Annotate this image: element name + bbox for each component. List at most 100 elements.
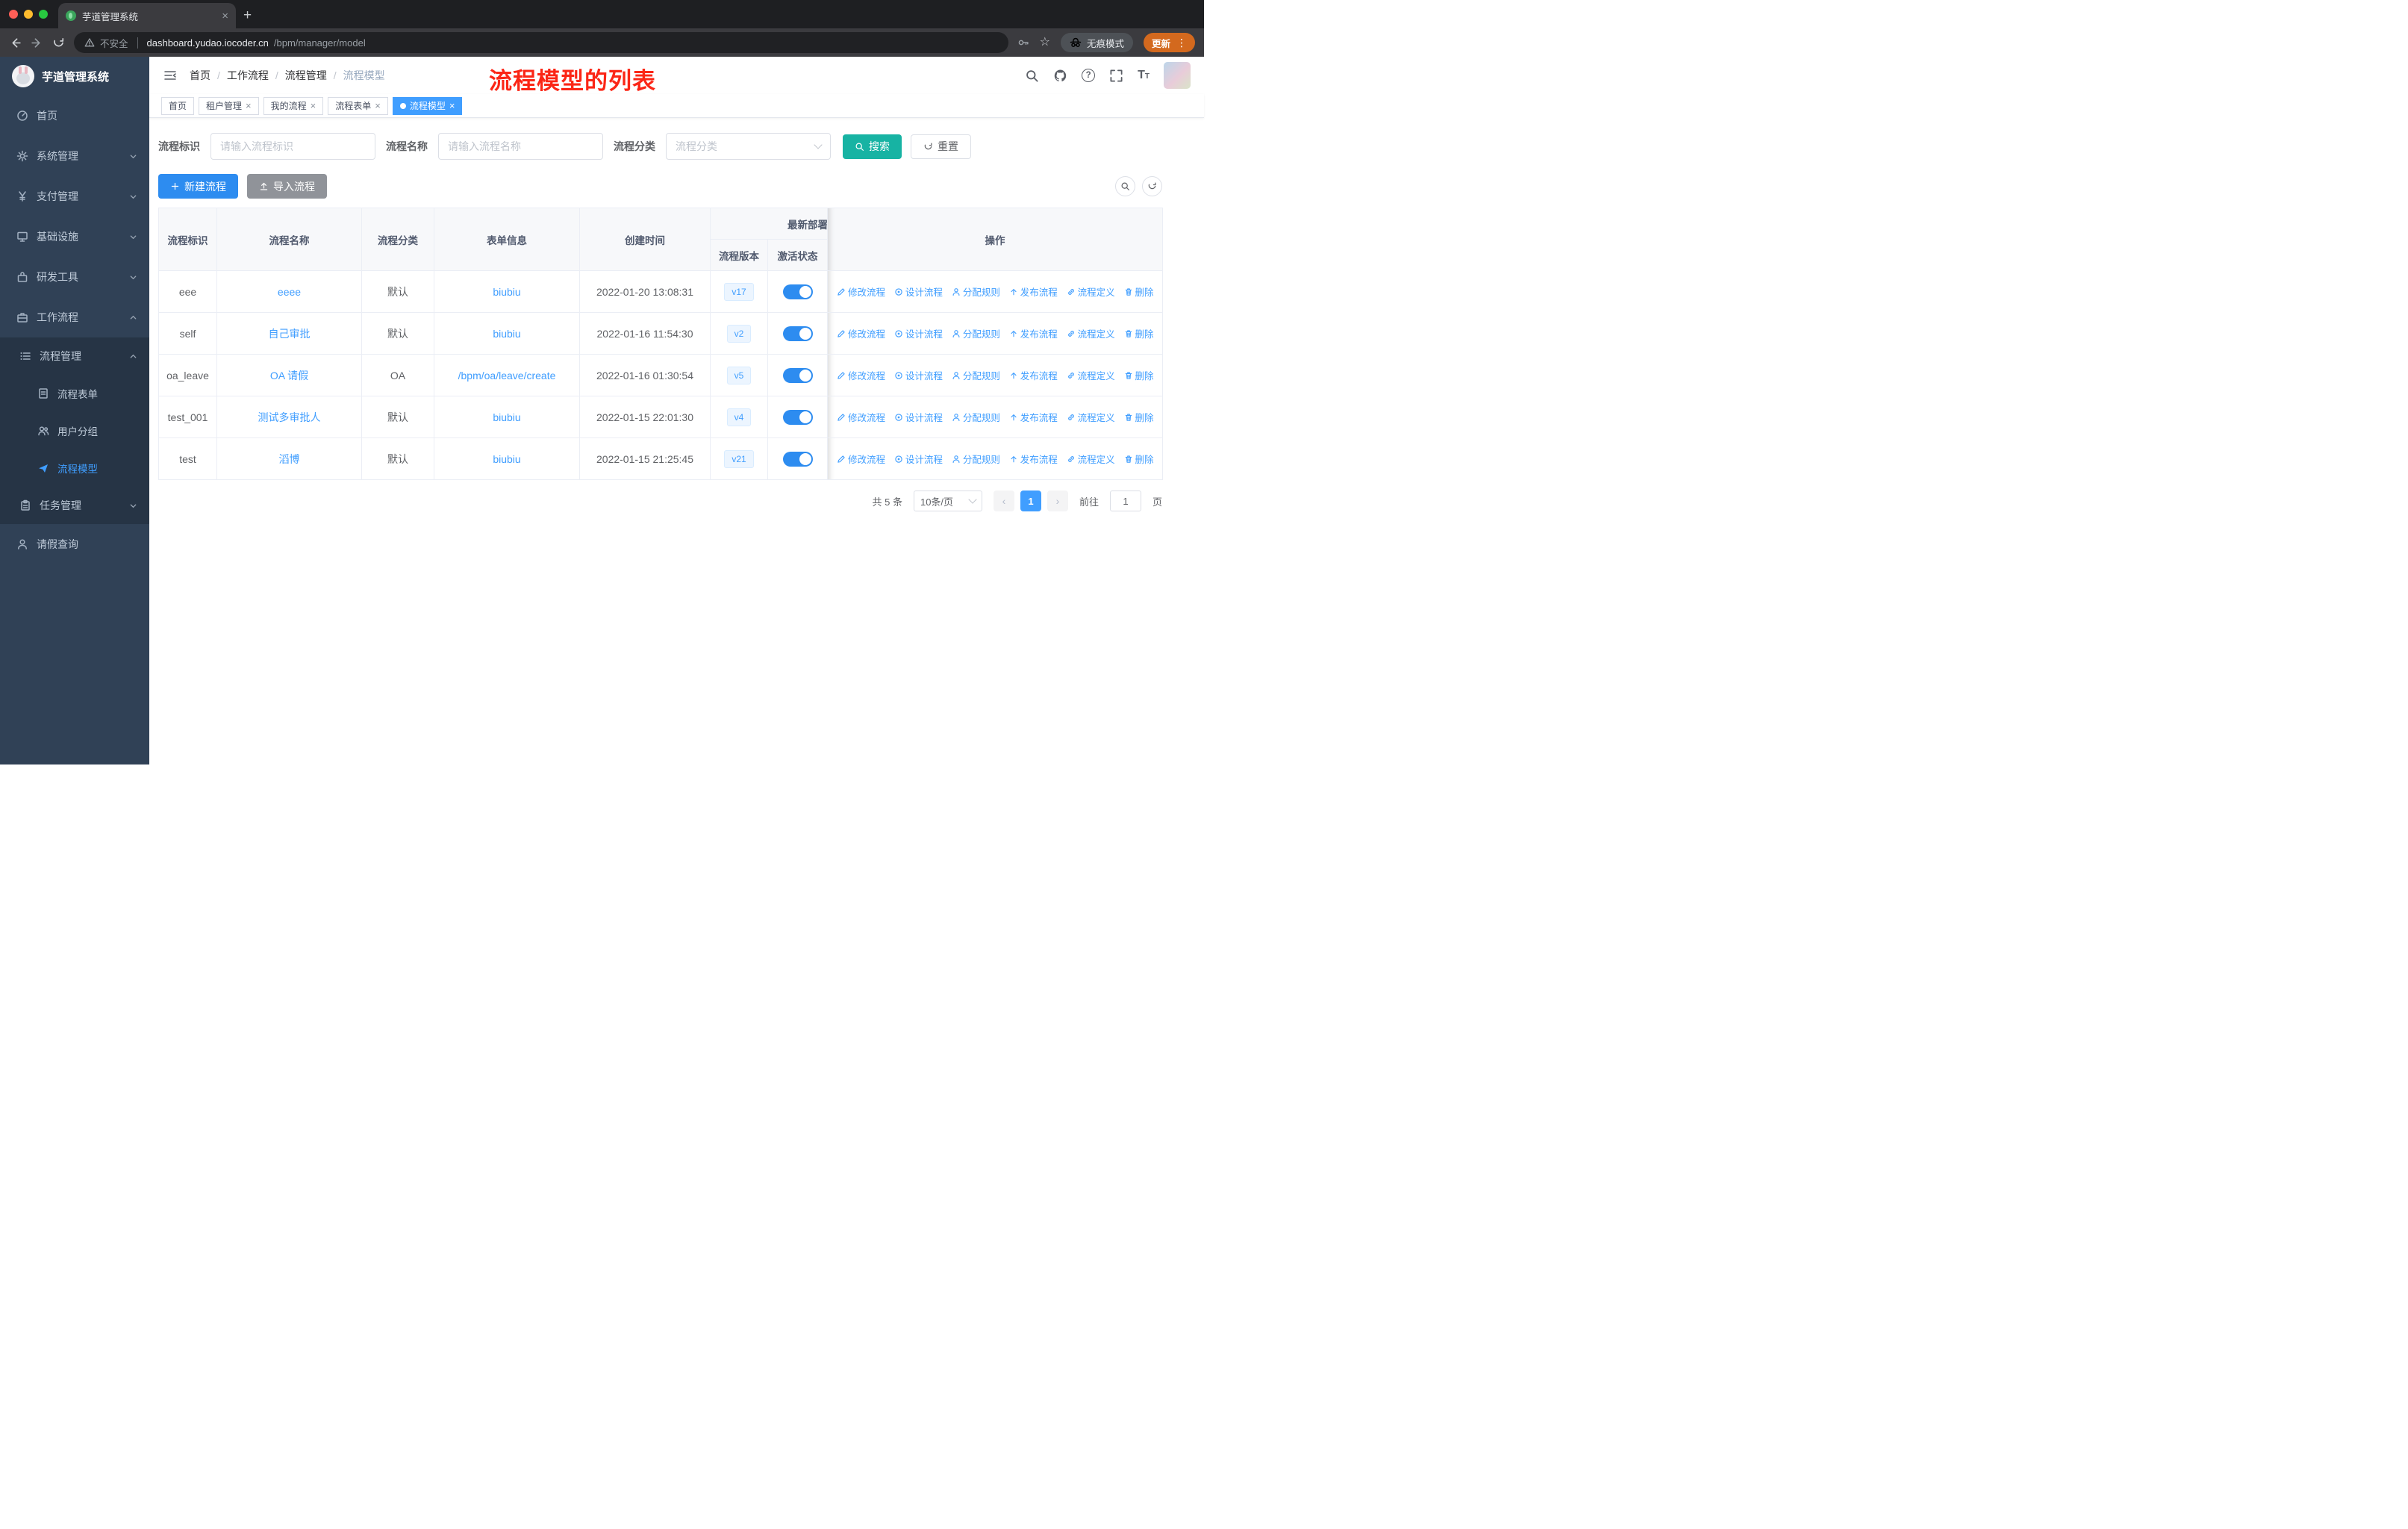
bookmark-star-icon[interactable]: ☆ (1040, 37, 1050, 49)
op-design-link[interactable]: 设计流程 (894, 326, 943, 340)
sidebar-item-workflow[interactable]: 工作流程 (0, 297, 149, 337)
op-assign-rule-link[interactable]: 分配规则 (952, 452, 1000, 466)
sidebar-item-home[interactable]: 首页 (0, 96, 149, 136)
model-name-link[interactable]: OA 请假 (270, 370, 308, 382)
minimize-window-button[interactable] (24, 10, 33, 19)
fullscreen-icon[interactable] (1109, 69, 1123, 83)
op-definition-link[interactable]: 流程定义 (1067, 284, 1115, 299)
app-logo[interactable]: 芋道管理系统 (0, 57, 149, 96)
op-delete-link[interactable]: 删除 (1124, 368, 1154, 382)
search-button[interactable]: 搜索 (843, 134, 902, 159)
tab-close-icon[interactable]: × (222, 10, 228, 22)
op-definition-link[interactable]: 流程定义 (1067, 368, 1115, 382)
sidebar-item-leave-query[interactable]: 请假查询 (0, 524, 149, 564)
breadcrumb-process-mgmt[interactable]: 流程管理 (285, 68, 327, 83)
breadcrumb-workflow[interactable]: 工作流程 (227, 68, 269, 83)
form-info-link[interactable]: biubiu (493, 411, 520, 423)
category-select[interactable]: 流程分类 (666, 133, 831, 160)
new-tab-button[interactable]: + (243, 7, 252, 24)
op-definition-link[interactable]: 流程定义 (1067, 410, 1115, 424)
reload-icon[interactable] (52, 37, 65, 49)
prev-page-button[interactable]: ‹ (993, 491, 1014, 511)
op-assign-rule-link[interactable]: 分配规则 (952, 410, 1000, 424)
user-avatar[interactable] (1164, 62, 1191, 89)
model-name-link[interactable]: 自己审批 (269, 328, 311, 340)
form-info-link[interactable]: biubiu (493, 453, 520, 465)
model-name-input[interactable] (438, 133, 603, 160)
address-bar[interactable]: 不安全 dashboard.yudao.iocoder.cn/bpm/manag… (74, 32, 1008, 53)
tag-close-icon[interactable]: × (246, 101, 252, 110)
op-design-link[interactable]: 设计流程 (894, 368, 943, 382)
model-id-input[interactable] (210, 133, 375, 160)
search-icon[interactable] (1025, 69, 1039, 83)
zoom-window-button[interactable] (39, 10, 48, 19)
toggle-search-button[interactable] (1115, 176, 1135, 196)
op-publish-link[interactable]: 发布流程 (1009, 284, 1058, 299)
op-edit-link[interactable]: 修改流程 (837, 284, 885, 299)
tag-tenant[interactable]: 租户管理 × (199, 96, 259, 115)
op-edit-link[interactable]: 修改流程 (837, 326, 885, 340)
model-name-link[interactable]: 测试多审批人 (258, 411, 321, 423)
op-delete-link[interactable]: 删除 (1124, 326, 1154, 340)
forward-icon[interactable] (31, 37, 43, 49)
sidebar-item-infra[interactable]: 基础设施 (0, 217, 149, 257)
active-toggle[interactable] (782, 367, 813, 383)
op-definition-link[interactable]: 流程定义 (1067, 326, 1115, 340)
page-number-1[interactable]: 1 (1020, 491, 1041, 511)
tag-close-icon[interactable]: × (375, 101, 381, 110)
op-delete-link[interactable]: 删除 (1124, 452, 1154, 466)
sidebar-item-task-mgmt[interactable]: 任务管理 (0, 487, 149, 524)
import-process-button[interactable]: 导入流程 (247, 174, 327, 199)
op-design-link[interactable]: 设计流程 (894, 452, 943, 466)
next-page-button[interactable]: › (1047, 491, 1068, 511)
refresh-table-button[interactable] (1142, 176, 1162, 196)
back-icon[interactable] (9, 37, 22, 49)
op-publish-link[interactable]: 发布流程 (1009, 410, 1058, 424)
active-toggle[interactable] (782, 326, 813, 341)
chrome-update-button[interactable]: 更新 ⋮ (1143, 33, 1195, 52)
op-design-link[interactable]: 设计流程 (894, 410, 943, 424)
sidebar-item-devtools[interactable]: 研发工具 (0, 257, 149, 297)
browser-tab[interactable]: 芋道管理系统 × (58, 3, 236, 28)
sidebar-item-payment[interactable]: 支付管理 (0, 176, 149, 217)
warning-icon[interactable] (84, 37, 95, 48)
tag-process-model[interactable]: 流程模型 × (392, 96, 463, 115)
op-edit-link[interactable]: 修改流程 (837, 452, 885, 466)
sidebar-collapse-icon[interactable] (163, 68, 178, 83)
github-icon[interactable] (1053, 69, 1067, 83)
help-icon[interactable]: ? (1082, 69, 1096, 82)
op-edit-link[interactable]: 修改流程 (837, 368, 885, 382)
op-publish-link[interactable]: 发布流程 (1009, 368, 1058, 382)
active-toggle[interactable] (782, 451, 813, 467)
create-process-button[interactable]: 新建流程 (158, 174, 238, 199)
op-assign-rule-link[interactable]: 分配规则 (952, 326, 1000, 340)
op-publish-link[interactable]: 发布流程 (1009, 326, 1058, 340)
tag-home[interactable]: 首页 × (161, 96, 195, 115)
sidebar-item-system[interactable]: 系统管理 (0, 136, 149, 176)
model-name-link[interactable]: 滔博 (279, 453, 300, 465)
sidebar-item-process-model[interactable]: 流程模型 (0, 449, 149, 487)
sidebar-item-process-form[interactable]: 流程表单 (0, 375, 149, 412)
op-assign-rule-link[interactable]: 分配规则 (952, 284, 1000, 299)
breadcrumb-home[interactable]: 首页 (190, 68, 210, 83)
tag-my-process[interactable]: 我的流程 × (263, 96, 324, 115)
form-info-link[interactable]: /bpm/oa/leave/create (458, 370, 556, 382)
op-edit-link[interactable]: 修改流程 (837, 410, 885, 424)
reset-button[interactable]: 重置 (911, 134, 971, 159)
active-toggle[interactable] (782, 409, 813, 425)
form-info-link[interactable]: biubiu (493, 286, 520, 298)
goto-page-input[interactable] (1109, 491, 1141, 511)
model-name-link[interactable]: eeee (278, 286, 301, 298)
sidebar-item-user-group[interactable]: 用户分组 (0, 412, 149, 449)
op-definition-link[interactable]: 流程定义 (1067, 452, 1115, 466)
form-info-link[interactable]: biubiu (493, 328, 520, 340)
op-assign-rule-link[interactable]: 分配规则 (952, 368, 1000, 382)
page-size-select[interactable]: 10条/页 (913, 491, 982, 511)
op-delete-link[interactable]: 删除 (1124, 410, 1154, 424)
tag-process-form[interactable]: 流程表单 × (328, 96, 388, 115)
close-window-button[interactable] (9, 10, 18, 19)
sidebar-item-process-mgmt[interactable]: 流程管理 (0, 337, 149, 375)
tag-close-icon[interactable]: × (449, 101, 455, 110)
browser-menu-icon[interactable]: ⋮ (1176, 37, 1187, 48)
font-size-icon[interactable]: TT (1138, 69, 1150, 81)
